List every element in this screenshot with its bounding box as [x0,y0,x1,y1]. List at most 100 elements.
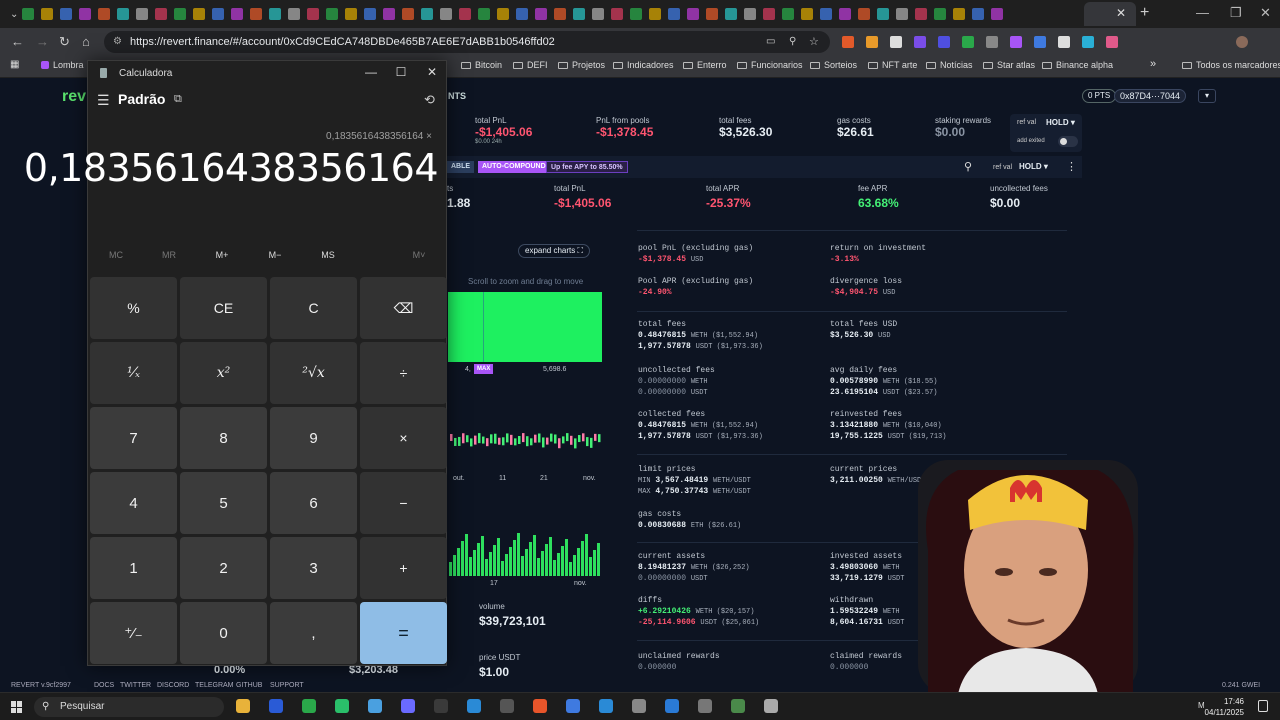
tab-search-icon[interactable]: ⌄ [10,9,18,20]
taskbar-app-icon[interactable] [368,699,382,713]
bookmark-projetos[interactable]: Projetos [558,60,605,70]
tab-favicon[interactable] [782,8,795,20]
new-tab-button[interactable]: + [1140,4,1149,22]
tab-favicon[interactable] [497,8,510,20]
address-bar[interactable]: ⚙ https://revert.finance/#/account/0xCd9… [104,31,830,53]
footer-link-support[interactable]: SUPPORT [270,682,304,689]
digit-4-button[interactable]: 4 [90,472,177,534]
square-button[interactable]: x² [180,342,267,404]
extension-icon[interactable] [914,36,926,48]
bookmark-nft-arte[interactable]: NFT arte [868,60,917,70]
tab-favicon[interactable] [402,8,415,20]
extension-icon[interactable] [962,36,974,48]
bookmark-indicadores[interactable]: Indicadores [613,60,674,70]
extension-icon[interactable] [1058,36,1070,48]
site-info-icon[interactable]: ⚙ [113,31,122,53]
tab-favicon[interactable] [896,8,909,20]
tab-favicon[interactable] [668,8,681,20]
tab-favicon[interactable] [231,8,244,20]
volume-bar-chart[interactable] [447,510,603,578]
reciprocal-button[interactable]: ¹⁄ₓ [90,342,177,404]
taskbar-app-icon[interactable] [302,699,316,713]
bookmark-enterro[interactable]: Enterro [683,60,727,70]
tab-favicon[interactable] [421,8,434,20]
extension-icon[interactable] [890,36,902,48]
memory-subtract-button[interactable]: M− [255,250,295,260]
taskbar-app-icon[interactable] [566,699,580,713]
extension-icon[interactable] [842,36,854,48]
footer-link-docs[interactable]: DOCS [94,682,114,689]
tab-favicon[interactable] [117,8,130,20]
wallet-chevron-icon[interactable]: ▾ [1198,89,1216,103]
tab-favicon[interactable] [934,8,947,20]
minimize-icon[interactable]: — [1196,5,1209,20]
square-root-button[interactable]: ²√x [270,342,357,404]
digit-7-button[interactable]: 7 [90,407,177,469]
points-badge[interactable]: 0 PTS [1082,89,1117,103]
tab-favicon[interactable] [345,8,358,20]
taskbar-app-icon[interactable] [335,699,349,713]
extension-icon[interactable] [1106,36,1118,48]
digit-2-button[interactable]: 2 [180,537,267,599]
tab-favicon[interactable] [554,8,567,20]
taskbar-app-icon[interactable] [698,699,712,713]
taskbar-app-icon[interactable] [533,699,547,713]
tab-favicon[interactable] [877,8,890,20]
clear-button[interactable]: C [270,277,357,339]
taskbar-app-icon[interactable] [434,699,448,713]
divide-button[interactable]: ÷ [360,342,447,404]
tab-favicon[interactable] [801,8,814,20]
subtract-button[interactable]: − [360,472,447,534]
nav-item-accounts[interactable]: NTS [448,91,466,101]
bookmark-funcionarios[interactable]: Funcionarios [737,60,803,70]
range-max-tag[interactable]: MAX [474,364,494,374]
windows-start-icon[interactable] [11,701,23,713]
add-exited-toggle[interactable] [1058,136,1078,147]
tab-favicon[interactable] [725,8,738,20]
bookmark-lombra[interactable]: Lombra [41,60,84,70]
extension-icon[interactable] [866,36,878,48]
apps-grid-icon[interactable]: ▦ [10,59,19,70]
more-options-icon[interactable]: ⋮ [1066,160,1077,173]
bookmark-star-atlas[interactable]: Star atlas [983,60,1035,70]
tab-favicon[interactable] [212,8,225,20]
price-candle-chart[interactable] [447,408,603,474]
tab-favicon[interactable] [22,8,35,20]
backspace-button[interactable]: ⌫ [360,277,447,339]
tab-favicon[interactable] [915,8,928,20]
tab-favicon[interactable] [307,8,320,20]
tab-favicon[interactable] [98,8,111,20]
tab-favicon[interactable] [649,8,662,20]
taskbar-app-icon[interactable] [632,699,646,713]
tab-favicon[interactable] [763,8,776,20]
bookmark-binance-alpha[interactable]: Binance alpha [1042,60,1113,70]
taskbar-app-icon[interactable] [500,699,514,713]
digit-5-button[interactable]: 5 [180,472,267,534]
memory-recall-button[interactable]: MR [149,250,189,260]
extension-icon[interactable] [1010,36,1022,48]
close-window-icon[interactable]: ✕ [1260,5,1271,21]
tab-favicon[interactable] [79,8,92,20]
keep-on-top-icon[interactable]: ⧉ [174,93,182,106]
percent-button[interactable]: % [90,277,177,339]
extension-icon[interactable] [1034,36,1046,48]
bookmark-bitcoin[interactable]: Bitcoin [461,60,502,70]
taskbar-app-icon[interactable] [731,699,745,713]
tab-favicon[interactable] [383,8,396,20]
bookmark-defi[interactable]: DEFI [513,60,548,70]
footer-link-github[interactable]: GITHUB [236,682,262,689]
tab-favicon[interactable] [136,8,149,20]
taskbar-app-icon[interactable] [467,699,481,713]
multiply-button[interactable]: × [360,407,447,469]
fee-apy-badge[interactable]: Up fee APY to 85.50% [546,161,628,173]
position-ref-val-select[interactable]: HOLD ▾ [1019,162,1048,171]
digit-3-button[interactable]: 3 [270,537,357,599]
reload-icon[interactable]: ↻ [59,34,70,50]
equals-button[interactable]: = [360,602,447,664]
footer-link-discord[interactable]: DISCORD [157,682,189,689]
taskbar-app-icon[interactable] [401,699,415,713]
memory-store-button[interactable]: MS [308,250,348,260]
digit-0-button[interactable]: 0 [180,602,267,664]
footer-link-telegram[interactable]: TELEGRAM [195,682,234,689]
search-icon[interactable]: ⚲ [964,160,972,173]
